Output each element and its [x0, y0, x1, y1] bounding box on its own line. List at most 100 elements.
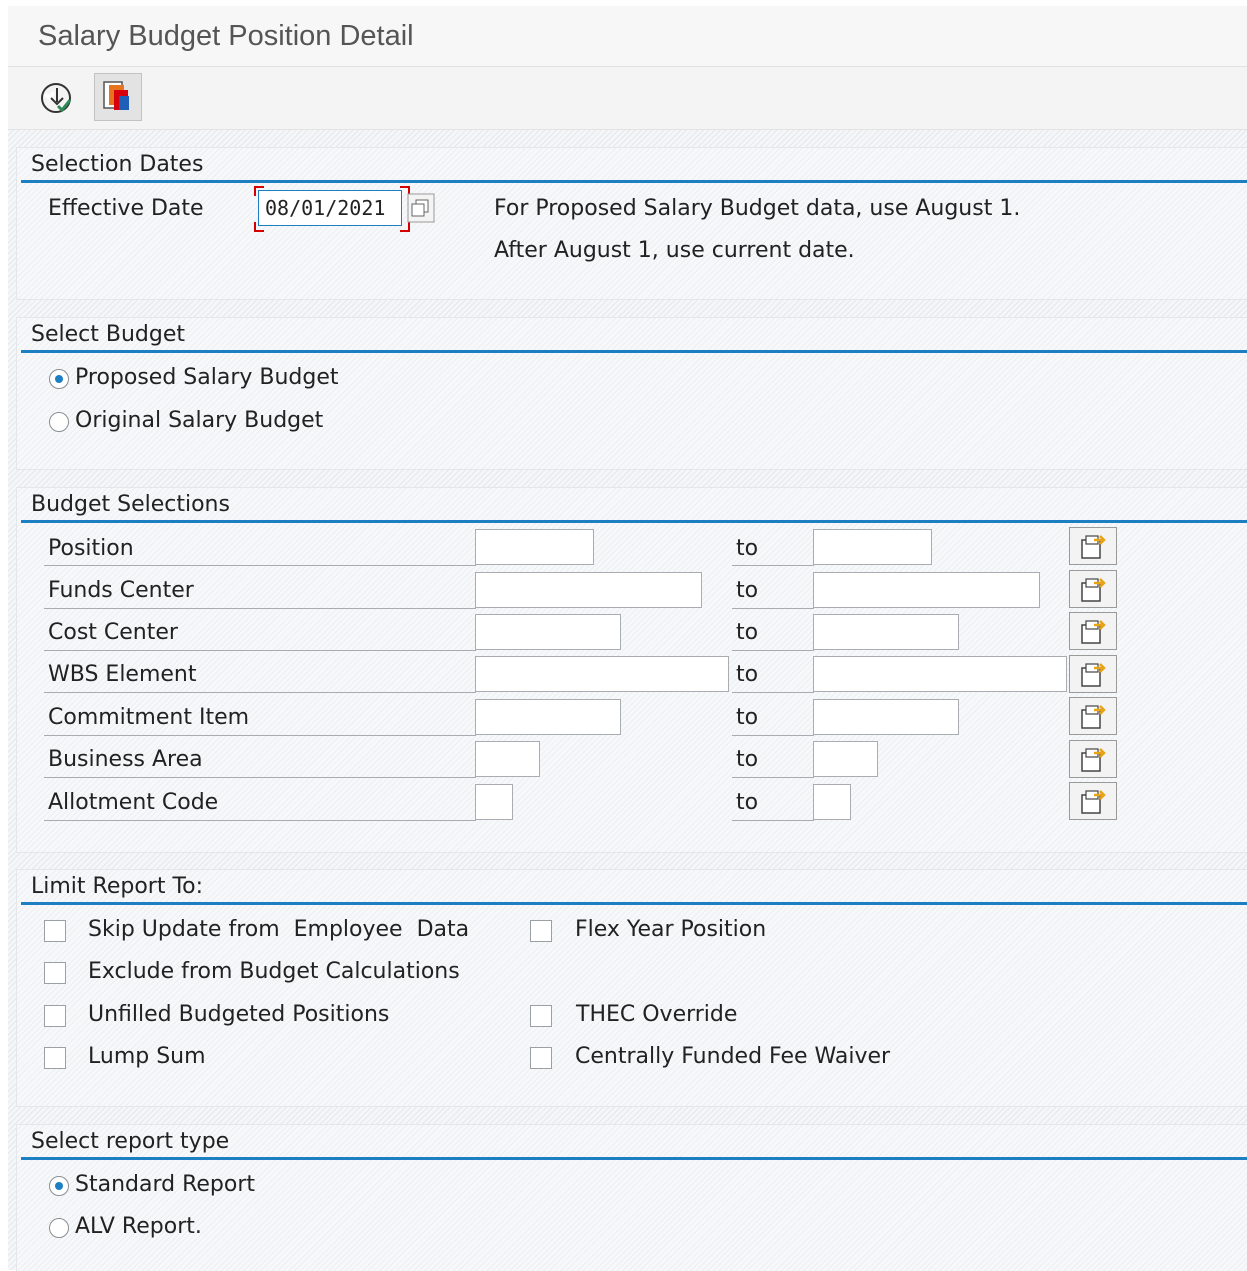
row-underline: [44, 777, 476, 778]
funds-center-from-input[interactable]: [475, 572, 702, 608]
allotment-code-multiple-selection-button[interactable]: [1069, 782, 1117, 820]
checkbox-label-skip-update: Skip Update from Employee Data: [88, 917, 470, 942]
position-to-input[interactable]: [813, 529, 932, 565]
checkbox-centrally-funded[interactable]: [530, 1047, 552, 1069]
checkbox-exclude-budget-calc[interactable]: [44, 962, 66, 984]
group-divider: [21, 902, 1247, 905]
radio-proposed-salary-budget[interactable]: [49, 369, 69, 389]
calendar-help-button[interactable]: [406, 192, 436, 224]
radio-label-proposed: Proposed Salary Budget: [75, 365, 339, 390]
to-label: to: [736, 705, 759, 730]
title-bar: Salary Budget Position Detail: [8, 6, 1247, 67]
group-title-budget-selections: Budget Selections: [31, 492, 230, 517]
group-report-type: Select report type: [16, 1124, 1247, 1271]
commitment-item-to-input[interactable]: [813, 699, 959, 735]
radio-original-salary-budget[interactable]: [49, 412, 69, 432]
group-title-limit-report: Limit Report To:: [31, 874, 204, 899]
checkbox-skip-update[interactable]: [44, 920, 66, 942]
multiple-selection-icon: [1081, 790, 1106, 814]
checkbox-lump-sum[interactable]: [44, 1047, 66, 1069]
execute-button[interactable]: [36, 76, 80, 120]
funds-center-label: Funds Center: [48, 578, 194, 603]
cost-center-to-input[interactable]: [813, 614, 959, 650]
checkbox-label-thec: THEC Override: [576, 1002, 738, 1027]
checkbox-flex-year-position[interactable]: [530, 920, 552, 942]
wbs-element-label: WBS Element: [48, 662, 197, 687]
allotment-code-to-input[interactable]: [813, 784, 851, 820]
effective-date-note-2: After August 1, use current date.: [494, 238, 855, 263]
group-title-selection-dates: Selection Dates: [31, 152, 204, 177]
row-underline: [44, 820, 476, 821]
effective-date-note-1: For Proposed Salary Budget data, use Aug…: [494, 196, 1021, 221]
business-area-multiple-selection-button[interactable]: [1069, 740, 1117, 778]
radio-label-original: Original Salary Budget: [75, 408, 324, 433]
checkbox-thec-override[interactable]: [530, 1005, 552, 1027]
position-from-input[interactable]: [475, 529, 594, 565]
to-label: to: [736, 536, 759, 561]
allotment-code-label: Allotment Code: [48, 790, 219, 815]
checkbox-label-unfilled: Unfilled Budgeted Positions: [88, 1002, 390, 1027]
to-label: to: [736, 620, 759, 645]
execute-icon: [41, 83, 72, 113]
focus-corner: [254, 186, 264, 196]
row-underline: [732, 777, 814, 778]
row-underline: [732, 735, 814, 736]
multiple-selection-icon: [1081, 748, 1106, 772]
row-underline: [44, 735, 476, 736]
row-underline: [732, 820, 814, 821]
radio-label-alv: ALV Report.: [75, 1214, 202, 1239]
row-underline: [44, 608, 476, 609]
row-underline: [44, 565, 476, 566]
commitment-item-from-input[interactable]: [475, 699, 621, 735]
business-area-from-input[interactable]: [475, 741, 540, 777]
business-area-label: Business Area: [48, 747, 203, 772]
group-limit-report: Limit Report To:: [16, 869, 1247, 1107]
group-divider: [21, 180, 1247, 183]
group-selection-dates: Selection Dates: [16, 147, 1247, 300]
cost-center-multiple-selection-button[interactable]: [1069, 612, 1117, 650]
commitment-item-multiple-selection-button[interactable]: [1069, 697, 1117, 735]
commitment-item-label: Commitment Item: [48, 705, 250, 730]
checkbox-unfilled-positions[interactable]: [44, 1005, 66, 1027]
wbs-element-multiple-selection-button[interactable]: [1069, 655, 1117, 693]
checkbox-label-centrally-funded: Centrally Funded Fee Waiver: [575, 1044, 891, 1069]
radio-standard-report[interactable]: [49, 1176, 69, 1196]
checkbox-label-exclude: Exclude from Budget Calculations: [88, 959, 460, 984]
row-underline: [732, 608, 814, 609]
multiple-selection-icon: [1081, 578, 1106, 602]
position-label: Position: [48, 536, 134, 561]
radio-alv-report[interactable]: [49, 1218, 69, 1238]
page-title: Salary Budget Position Detail: [38, 20, 414, 52]
row-underline: [732, 565, 814, 566]
funds-center-to-input[interactable]: [813, 572, 1040, 608]
checkbox-label-lump-sum: Lump Sum: [88, 1044, 206, 1069]
focus-corner: [254, 222, 264, 232]
value-help-icon: [407, 193, 435, 223]
to-label: to: [736, 747, 759, 772]
cost-center-from-input[interactable]: [475, 614, 621, 650]
row-underline: [44, 692, 476, 693]
get-variant-icon: [103, 81, 129, 110]
group-divider: [21, 1157, 1247, 1160]
wbs-element-from-input[interactable]: [475, 656, 729, 692]
group-divider: [21, 520, 1247, 523]
effective-date-field[interactable]: 08/01/2021: [258, 190, 402, 226]
multiple-selection-icon: [1081, 535, 1106, 559]
multiple-selection-icon: [1081, 705, 1106, 729]
cost-center-label: Cost Center: [48, 620, 178, 645]
allotment-code-from-input[interactable]: [475, 784, 513, 820]
group-title-select-budget: Select Budget: [31, 322, 185, 347]
wbs-element-to-input[interactable]: [813, 656, 1067, 692]
business-area-to-input[interactable]: [813, 741, 878, 777]
multiple-selection-icon: [1081, 620, 1106, 644]
group-title-report-type: Select report type: [31, 1129, 230, 1154]
funds-center-multiple-selection-button[interactable]: [1069, 570, 1117, 608]
radio-label-standard: Standard Report: [75, 1172, 256, 1197]
effective-date-label: Effective Date: [48, 196, 204, 221]
row-underline: [732, 692, 814, 693]
group-divider: [21, 350, 1247, 353]
position-multiple-selection-button[interactable]: [1069, 527, 1117, 565]
get-variant-button[interactable]: [94, 73, 142, 121]
checkbox-label-flex-year: Flex Year Position: [575, 917, 767, 942]
to-label: to: [736, 790, 759, 815]
